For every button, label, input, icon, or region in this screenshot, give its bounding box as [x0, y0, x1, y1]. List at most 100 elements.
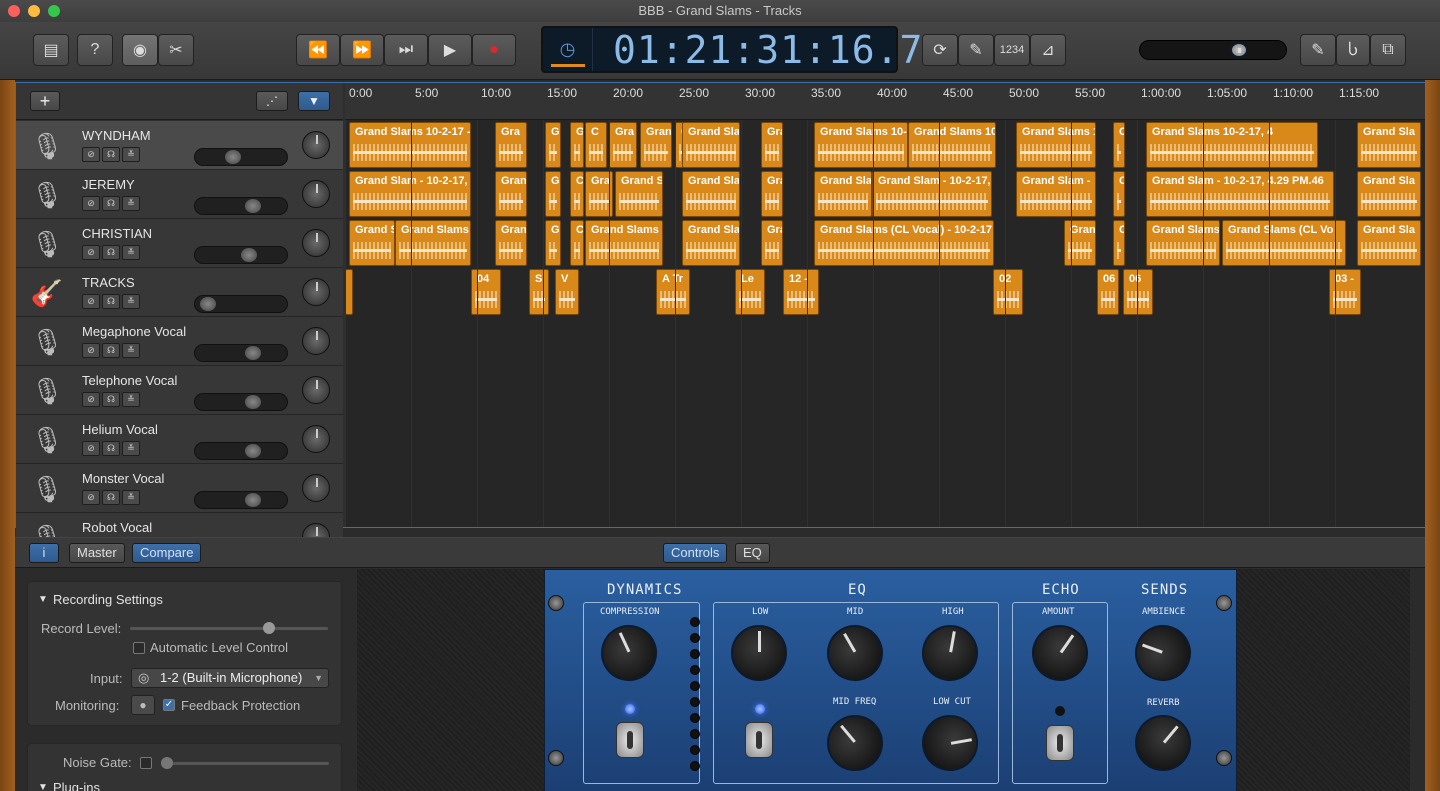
solo-headphones-button[interactable]: ☊ [102, 294, 120, 309]
input-select[interactable]: ◎ 1-2 (Built-in Microphone) ▼ [131, 668, 329, 688]
record-enable-button[interactable]: ≚ [122, 147, 140, 162]
track-volume-slider[interactable] [194, 442, 288, 460]
track-header[interactable]: 🎙 Monster Vocal ⊘ ☊ ≚ [16, 464, 343, 513]
loop-browser-button[interactable]: Ⴑ [1336, 34, 1370, 66]
track-name[interactable]: CHRISTIAN [82, 226, 152, 241]
noise-gate-slider[interactable] [161, 757, 329, 769]
audio-region[interactable]: 12 - [783, 269, 819, 315]
audio-region[interactable]: Grand Slams 1 [1016, 122, 1096, 168]
audio-region[interactable]: Gra [761, 122, 783, 168]
audio-region[interactable]: Grand Slams 10 [908, 122, 996, 168]
audio-region[interactable]: Grand Slams [395, 220, 471, 266]
minimize-button[interactable] [28, 5, 40, 17]
tab-controls[interactable]: Controls [663, 543, 728, 563]
audio-region[interactable]: Gran [1064, 220, 1096, 266]
audio-region[interactable]: G [545, 171, 561, 217]
track-volume-slider[interactable] [194, 393, 288, 411]
clock-icon[interactable]: ◷ [543, 28, 593, 71]
track-header[interactable]: 🎙 Telephone Vocal ⊘ ☊ ≚ [16, 366, 343, 415]
audio-region[interactable]: C [585, 122, 607, 168]
track-volume-knob[interactable] [245, 444, 261, 458]
noise-gate-checkbox[interactable] [140, 757, 152, 769]
pan-knob[interactable] [302, 474, 330, 502]
play-button[interactable]: ▶ [428, 34, 472, 66]
timeline[interactable]: 0:00 5:00 10:00 15:00 20:00 25:00 30:00 35:00 40… [345, 83, 1425, 527]
audio-region[interactable]: A Tr [656, 269, 690, 315]
pan-knob[interactable] [302, 180, 330, 208]
audio-region[interactable]: G [545, 220, 561, 266]
audio-region[interactable]: Grand Sla [682, 220, 740, 266]
track-volume-slider[interactable] [194, 246, 288, 264]
disclosure-triangle-icon[interactable]: ▼ [38, 594, 48, 605]
audio-region[interactable]: Grand Slams 10- [814, 122, 908, 168]
go-to-end-button[interactable]: ⏭ [384, 34, 428, 66]
audio-region[interactable]: Gra [761, 220, 783, 266]
audio-region[interactable]: G [570, 122, 584, 168]
audio-region[interactable]: 06 [1097, 269, 1119, 315]
audio-region[interactable]: C [570, 220, 584, 266]
audio-region[interactable]: Grand Slams [585, 220, 663, 266]
audio-region[interactable]: Grand Sla [1357, 220, 1421, 266]
track-volume-knob[interactable] [245, 199, 261, 213]
pan-knob[interactable] [302, 376, 330, 404]
feedback-protection-checkbox[interactable]: ✓ [163, 699, 175, 711]
audio-region[interactable]: Grand Sla [1357, 171, 1421, 217]
pan-knob[interactable] [302, 425, 330, 453]
track-volume-slider[interactable] [194, 295, 288, 313]
audio-region[interactable]: C [570, 171, 584, 217]
ambience-knob[interactable] [1127, 617, 1199, 689]
audio-region[interactable]: Grand Slams 10-2-17, 4 [1146, 122, 1318, 168]
ruler[interactable]: 0:00 5:00 10:00 15:00 20:00 25:00 30:00 35:00 40… [345, 83, 1425, 120]
audio-region[interactable]: Granc [495, 171, 527, 217]
audio-region[interactable] [345, 269, 353, 315]
monitoring-button[interactable]: ● [131, 695, 155, 715]
count-in-button[interactable]: 1234 [994, 34, 1030, 66]
close-button[interactable] [8, 5, 20, 17]
mute-button[interactable]: ⊘ [82, 343, 100, 358]
track-header[interactable]: 🎙 Megaphone Vocal ⊘ ☊ ≚ [16, 317, 343, 366]
track-volume-knob[interactable] [245, 346, 261, 360]
track-header[interactable]: 🎙 CHRISTIAN ⊘ ☊ ≚ [16, 219, 343, 268]
audio-region[interactable]: Grand Slam - [1016, 171, 1096, 217]
record-enable-button[interactable]: ≚ [122, 490, 140, 505]
lcd-display[interactable]: ◷ 01:21:31:16.78 [541, 26, 946, 73]
pan-knob[interactable] [302, 131, 330, 159]
automation-button[interactable]: ⋰ [256, 91, 288, 111]
record-enable-button[interactable]: ≚ [122, 245, 140, 260]
record-enable-button[interactable]: ≚ [122, 343, 140, 358]
track-volume-knob[interactable] [245, 493, 261, 507]
audio-region[interactable]: Grand Sla [682, 122, 740, 168]
reverb-knob[interactable] [1123, 703, 1203, 783]
master-button[interactable]: Master [69, 543, 125, 563]
track-name[interactable]: Robot Vocal [82, 520, 152, 535]
eq-toggle[interactable] [745, 722, 773, 758]
library-button[interactable]: ▤ [33, 34, 69, 66]
audio-region[interactable]: 03 - [1329, 269, 1361, 315]
pan-knob[interactable] [302, 229, 330, 257]
track-volume-slider[interactable] [194, 344, 288, 362]
track-header[interactable]: 🎙 JEREMY ⊘ ☊ ≚ [16, 170, 343, 219]
audio-region[interactable]: Gra [761, 171, 783, 217]
track-header[interactable]: 🎸 TRACKS ⊘ ☊ ≚ [16, 268, 343, 317]
audio-region[interactable]: G [545, 122, 561, 168]
track-name[interactable]: Telephone Vocal [82, 373, 177, 388]
mute-button[interactable]: ⊘ [82, 294, 100, 309]
record-enable-button[interactable]: ≚ [122, 392, 140, 407]
audio-region[interactable]: Grand S [615, 171, 663, 217]
audio-region[interactable]: C [1113, 220, 1125, 266]
solo-headphones-button[interactable]: ☊ [102, 343, 120, 358]
flex-button[interactable]: ▼ [298, 91, 330, 111]
mute-button[interactable]: ⊘ [82, 196, 100, 211]
info-button[interactable]: i [29, 543, 59, 563]
media-browser-button[interactable]: ⧉ [1370, 34, 1406, 66]
track-name[interactable]: Megaphone Vocal [82, 324, 186, 339]
audio-region[interactable]: Grand Slam - 10-2-17, [349, 171, 471, 217]
audio-region[interactable]: Grand S [349, 220, 395, 266]
editors-button[interactable]: ✂ [158, 34, 194, 66]
track-volume-knob[interactable] [200, 297, 216, 311]
track-volume-slider[interactable] [194, 197, 288, 215]
tab-eq[interactable]: EQ [735, 543, 770, 563]
audio-region[interactable]: Grand Sla [1357, 122, 1421, 168]
audio-region[interactable]: Grand Sla [682, 171, 740, 217]
tuner-button[interactable]: ✎ [958, 34, 994, 66]
